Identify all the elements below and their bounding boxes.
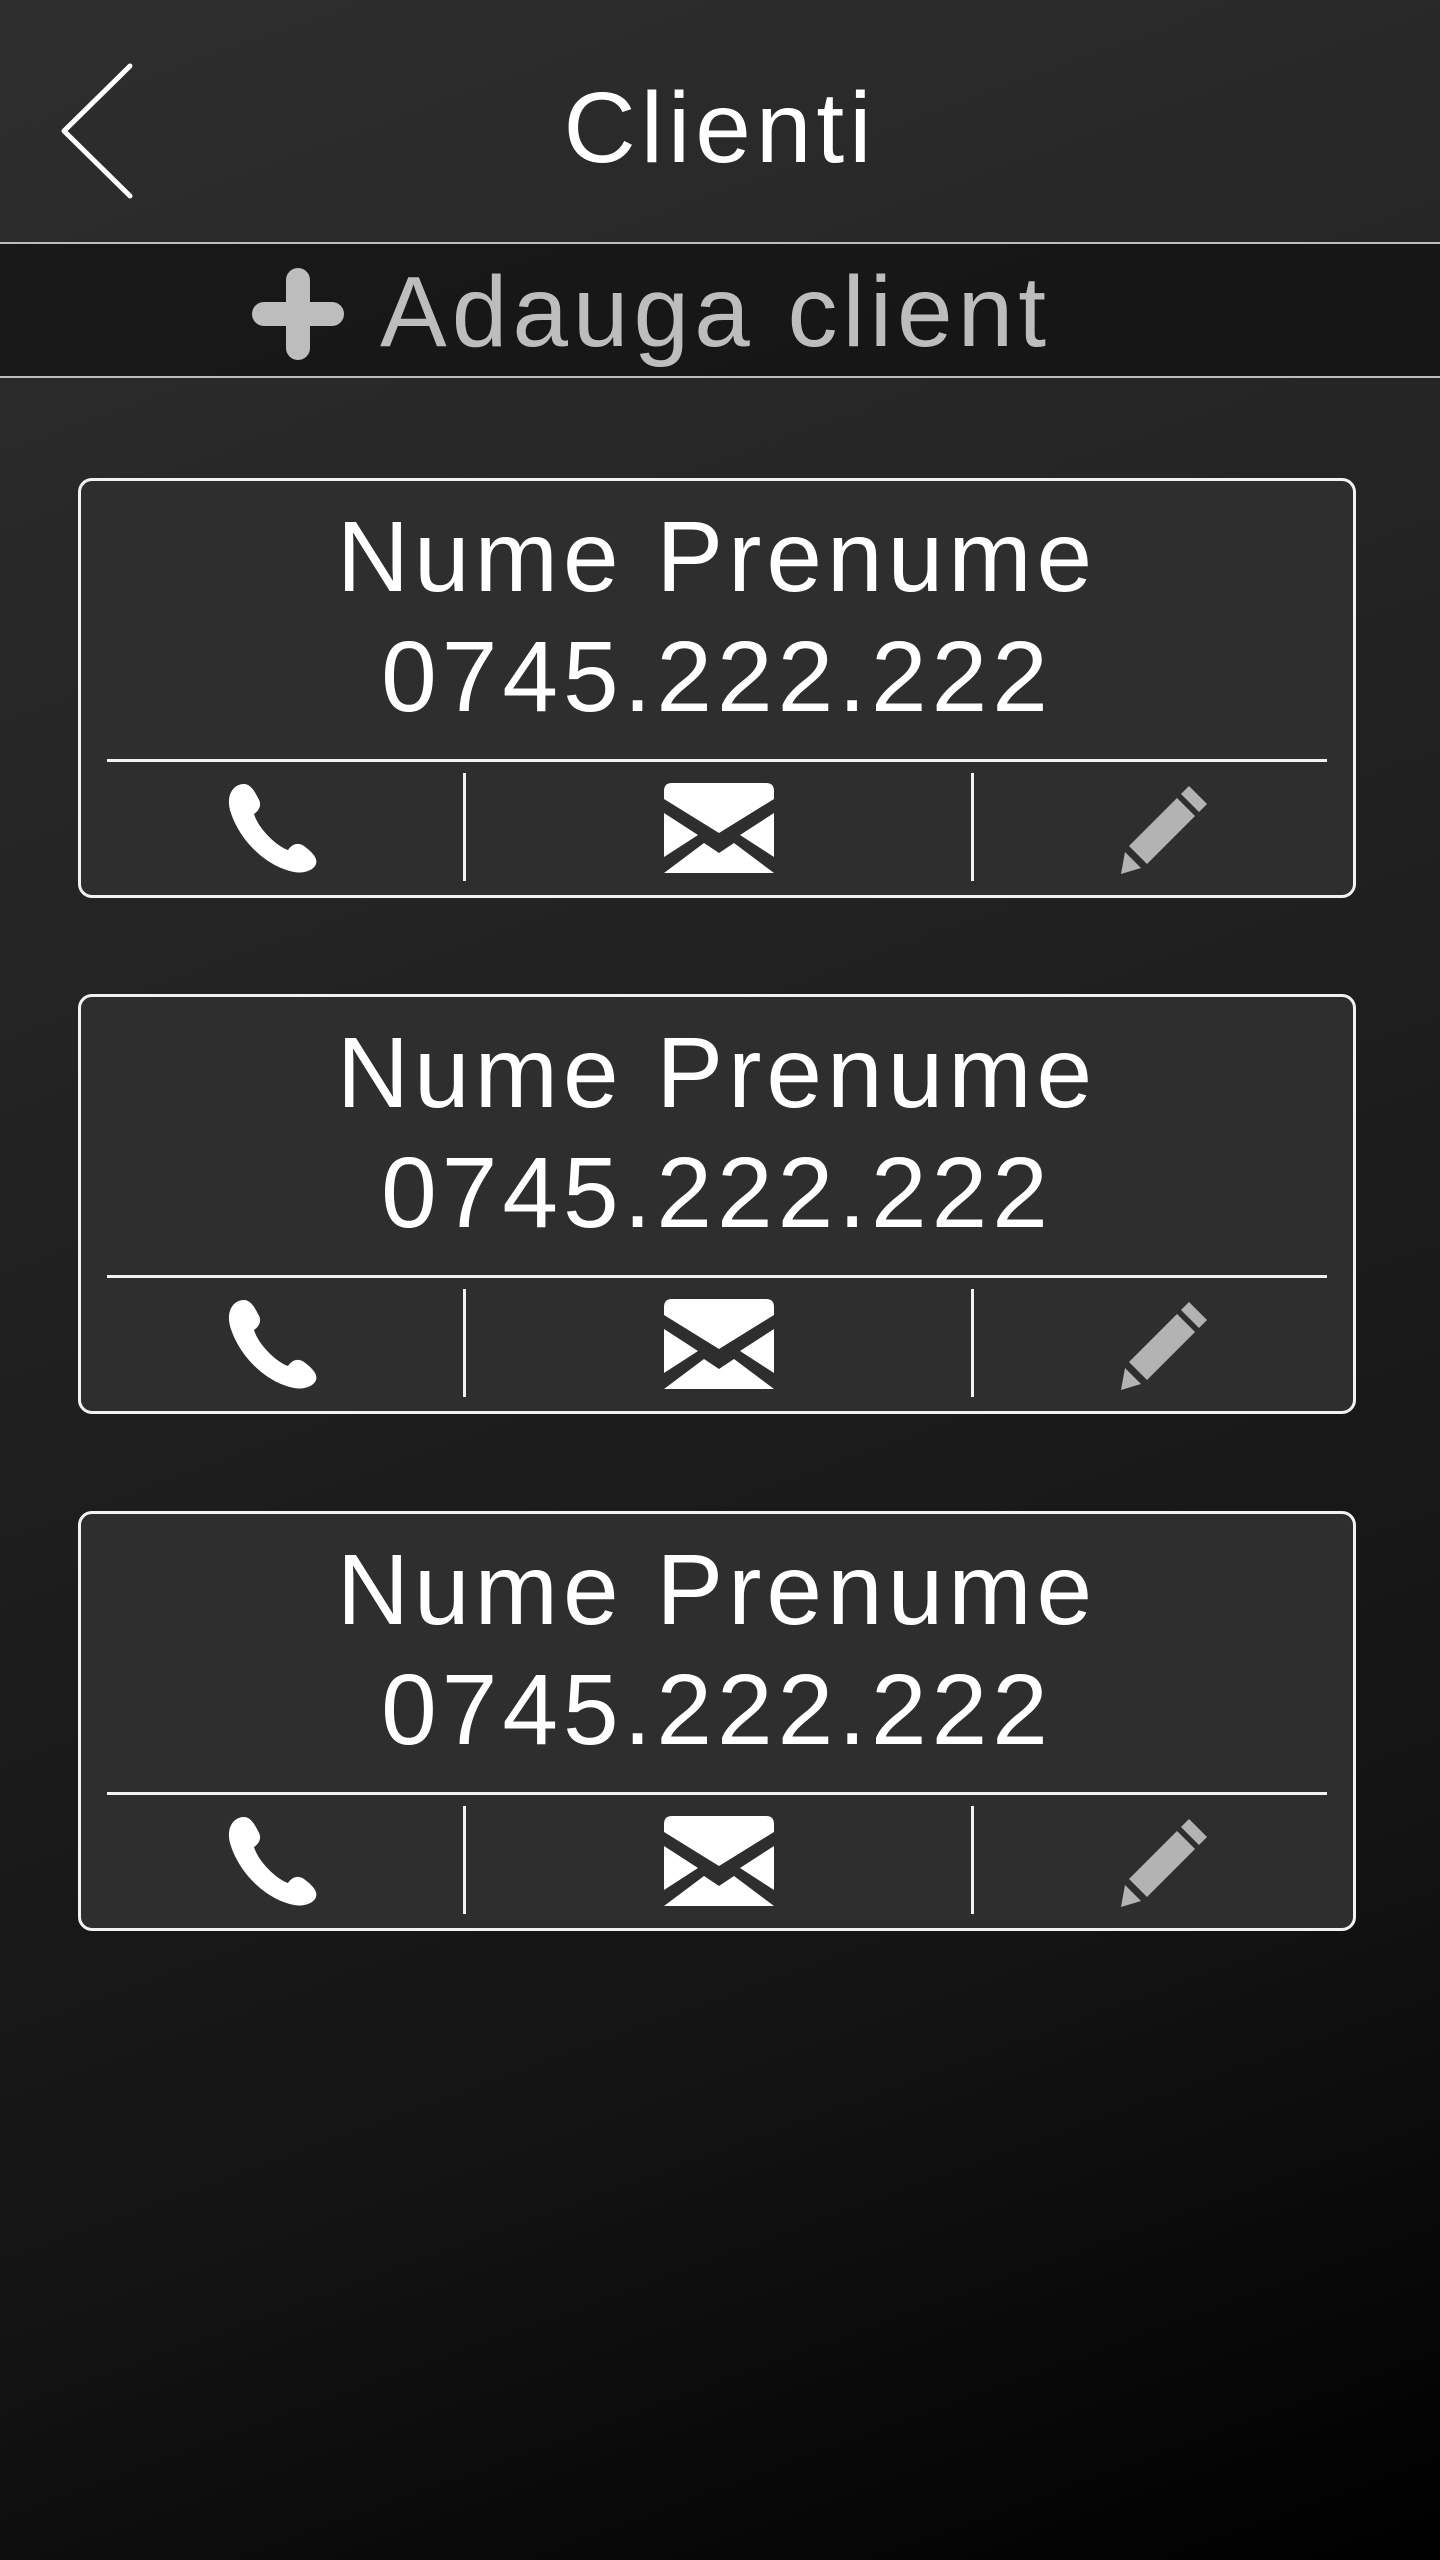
add-client-button[interactable]: Adauga client xyxy=(0,242,1440,378)
client-name: Nume Prenume xyxy=(336,501,1098,613)
call-button[interactable] xyxy=(81,1804,463,1918)
client-card: Nume Prenume 0745.222.222 xyxy=(78,478,1356,898)
edit-button[interactable] xyxy=(974,1804,1356,1918)
client-name: Nume Prenume xyxy=(336,1017,1098,1129)
client-name: Nume Prenume xyxy=(336,1534,1098,1646)
client-phone: 0745.222.222 xyxy=(381,1654,1053,1766)
card-divider xyxy=(107,1792,1327,1795)
phone-icon xyxy=(228,1300,317,1389)
email-button[interactable] xyxy=(466,1287,971,1401)
envelope-icon xyxy=(663,783,774,873)
call-button[interactable] xyxy=(81,1287,463,1401)
envelope-icon xyxy=(663,1816,774,1906)
card-divider xyxy=(107,1275,1327,1278)
client-card: Nume Prenume 0745.222.222 xyxy=(78,1511,1356,1931)
card-divider xyxy=(107,759,1327,762)
email-button[interactable] xyxy=(466,771,971,885)
pencil-icon xyxy=(1121,1302,1207,1390)
pencil-icon xyxy=(1121,786,1207,874)
call-button[interactable] xyxy=(81,771,463,885)
email-button[interactable] xyxy=(466,1804,971,1918)
page-title: Clienti xyxy=(563,72,877,184)
add-client-label: Adauga client xyxy=(380,256,1052,368)
phone-icon xyxy=(228,1817,317,1906)
header-bar: Clienti xyxy=(0,0,1440,242)
plus-icon xyxy=(252,268,344,360)
client-phone: 0745.222.222 xyxy=(381,1137,1053,1249)
envelope-icon xyxy=(663,1299,774,1389)
edit-button[interactable] xyxy=(974,771,1356,885)
edit-button[interactable] xyxy=(974,1287,1356,1401)
client-phone: 0745.222.222 xyxy=(381,621,1053,733)
client-card: Nume Prenume 0745.222.222 xyxy=(78,994,1356,1414)
pencil-icon xyxy=(1121,1819,1207,1907)
phone-icon xyxy=(228,784,317,873)
